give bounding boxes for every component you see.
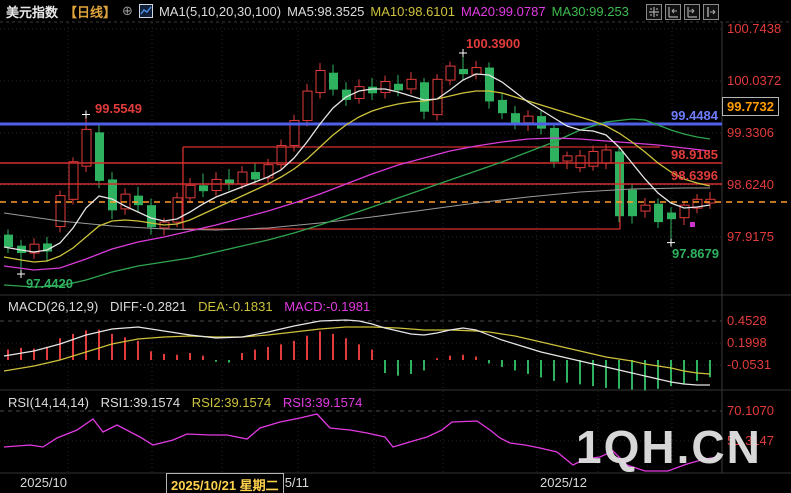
swing-low-label: 97.4420 — [26, 276, 73, 291]
ma30-value: MA30:99.253 — [551, 3, 629, 19]
macd-legend-row: MACD(26,12,9) DIFF:-0.2821 DEA:-0.1831 M… — [8, 299, 378, 314]
peak-high-label: 100.3900 — [466, 36, 521, 51]
macd-value: MACD:-0.1981 — [284, 299, 371, 314]
macd-dea-value: DEA:-0.1831 — [198, 299, 273, 314]
recent-low-label: 97.8679 — [672, 246, 719, 261]
chart-type-icon[interactable] — [138, 4, 153, 18]
rsi-legend-row: RSI(14,14,14) RSI1:39.1574 RSI2:39.1574 … — [8, 395, 370, 410]
macd-params-label: MACD(26,12,9) — [8, 299, 99, 314]
rsi-axis-label: 70.1070 — [727, 403, 774, 418]
chart-application-window: 美元指数 【日线】 ⊕ MA1(5,10,20,30,100) MA5:98.3… — [0, 0, 791, 493]
instrument-title: 美元指数 — [6, 4, 59, 20]
rsi-axis-label: 51.3147 — [727, 433, 774, 448]
price-axis-label: 99.3306 — [727, 125, 774, 140]
price-axis-label: 100.0372 — [727, 73, 782, 88]
date-axis-label: 2025/12 — [540, 475, 587, 490]
red-level-line-label: 98.9185 — [671, 147, 718, 162]
rsi3-value: RSI3:39.1574 — [282, 395, 363, 410]
blue-level-line-label: 99.4484 — [671, 108, 718, 123]
ma20-value: MA20:99.0787 — [461, 3, 546, 19]
macd-axis-label: -0.0531 — [727, 357, 772, 372]
macd-axis-label: 0.1998 — [727, 335, 767, 350]
add-indicator-icon[interactable]: ⊕ — [122, 3, 133, 19]
ma10-value: MA10:98.6101 — [370, 3, 455, 19]
price-axis-label: 98.6240 — [727, 177, 774, 192]
ma5-value: MA5:98.3525 — [287, 3, 365, 19]
pan-tool-icon[interactable] — [646, 4, 662, 20]
macd-axis-label: 0.4528 — [727, 313, 767, 328]
scale-compress-left-icon[interactable] — [665, 4, 681, 20]
ma-settings-label: MA1(5,10,20,30,100) — [158, 3, 282, 19]
scale-compress-right-icon[interactable] — [684, 4, 700, 20]
date-axis-label: 2025/10 — [20, 475, 67, 490]
period-selector[interactable]: 【日线】 — [64, 2, 116, 21]
swing-high-label: 99.5549 — [95, 101, 142, 116]
rsi1-value: RSI1:39.1574 — [100, 395, 181, 410]
crosshair-price-tag: 99.7732 — [722, 97, 779, 116]
macd-diff-value: DIFF:-0.2821 — [109, 299, 187, 314]
price-axis-label: 100.7438 — [727, 21, 782, 36]
shift-right-icon[interactable] — [703, 4, 719, 20]
rsi-params-label: RSI(14,14,14) — [8, 395, 89, 410]
red-level-line-label: 98.6396 — [671, 168, 718, 183]
chart-header: 美元指数 【日线】 ⊕ MA1(5,10,20,30,100) MA5:98.3… — [6, 2, 629, 20]
crosshair-date-tag: 2025/10/21 星期二 — [166, 473, 284, 493]
rsi2-value: RSI2:39.1574 — [191, 395, 272, 410]
chart-toolbar — [646, 4, 719, 20]
price-axis-label: 97.9175 — [727, 229, 774, 244]
